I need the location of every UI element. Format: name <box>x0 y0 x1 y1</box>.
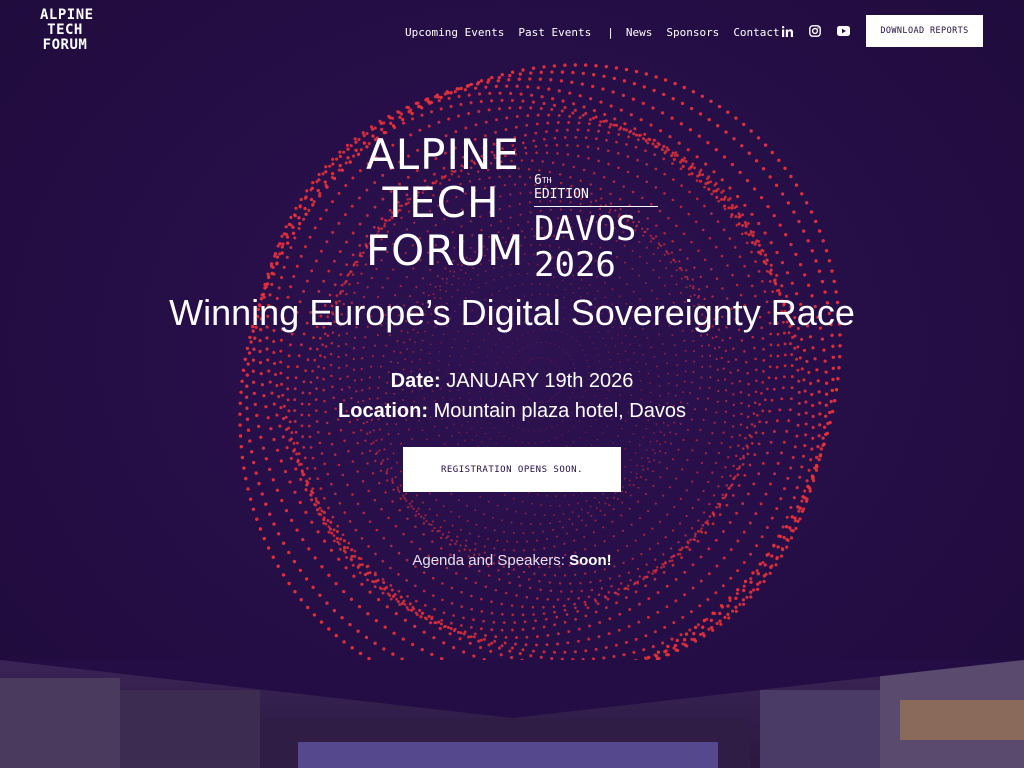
logo-line: TECH <box>47 22 83 38</box>
edition-suffix: TH <box>541 176 552 185</box>
edition-number: 6 <box>534 173 542 188</box>
nav-upcoming-events[interactable]: Upcoming Events <box>405 26 504 39</box>
location-label: Location: <box>338 400 429 422</box>
site-logo[interactable]: ALPINE TECH FORUM <box>40 7 94 56</box>
download-reports-button[interactable]: DOWNLOAD REPORTS <box>866 15 983 47</box>
nav-contact[interactable]: Contact <box>733 26 779 39</box>
date-value: JANUARY 19th 2026 <box>446 370 634 392</box>
edition-word: EDITION <box>534 187 589 202</box>
logo-line: FORUM <box>42 37 88 53</box>
agenda-label: Agenda and Speakers: <box>412 552 565 569</box>
event-date: Date: JANUARY 19th 2026 <box>0 370 1024 393</box>
nav-news[interactable]: News <box>626 26 653 39</box>
nav-past-events[interactable]: Past Events <box>518 26 591 39</box>
location-value: Mountain plaza hotel, Davos <box>433 400 686 422</box>
event-logo-line: ALPINE <box>366 130 520 179</box>
social-links <box>780 24 850 38</box>
instagram-icon[interactable] <box>808 24 822 38</box>
agenda-note: Agenda and Speakers: Soon! <box>0 552 1024 569</box>
event-logo-line: FORUM <box>366 226 525 275</box>
edition-label: 6TH EDITION <box>534 174 589 202</box>
logo-line: ALPINE <box>40 7 94 23</box>
event-location: Location: Mountain plaza hotel, Davos <box>0 400 1024 423</box>
page: ALPINE TECH FORUM Upcoming Events Past E… <box>0 0 1024 768</box>
date-label: Date: <box>390 370 441 392</box>
nav-separator: | <box>607 25 614 39</box>
registration-button[interactable]: REGISTRATION OPENS SOON. <box>403 447 621 492</box>
event-logo-line: TECH <box>382 178 500 227</box>
event-city: DAVOS <box>534 209 637 249</box>
event-logo: ALPINE TECH FORUM 6TH EDITION DAVOS 2026 <box>366 132 666 282</box>
hero-headline: Winning Europe’s Digital Sovereignty Rac… <box>169 292 855 333</box>
edition-divider <box>534 206 658 207</box>
linkedin-icon[interactable] <box>780 24 794 38</box>
main-nav: Upcoming Events Past Events | News Spons… <box>405 24 780 40</box>
nav-sponsors[interactable]: Sponsors <box>666 26 719 39</box>
venue-photo <box>0 660 1024 768</box>
agenda-status: Soon! <box>569 552 612 569</box>
event-year: 2026 <box>534 245 616 285</box>
youtube-icon[interactable] <box>836 24 850 38</box>
